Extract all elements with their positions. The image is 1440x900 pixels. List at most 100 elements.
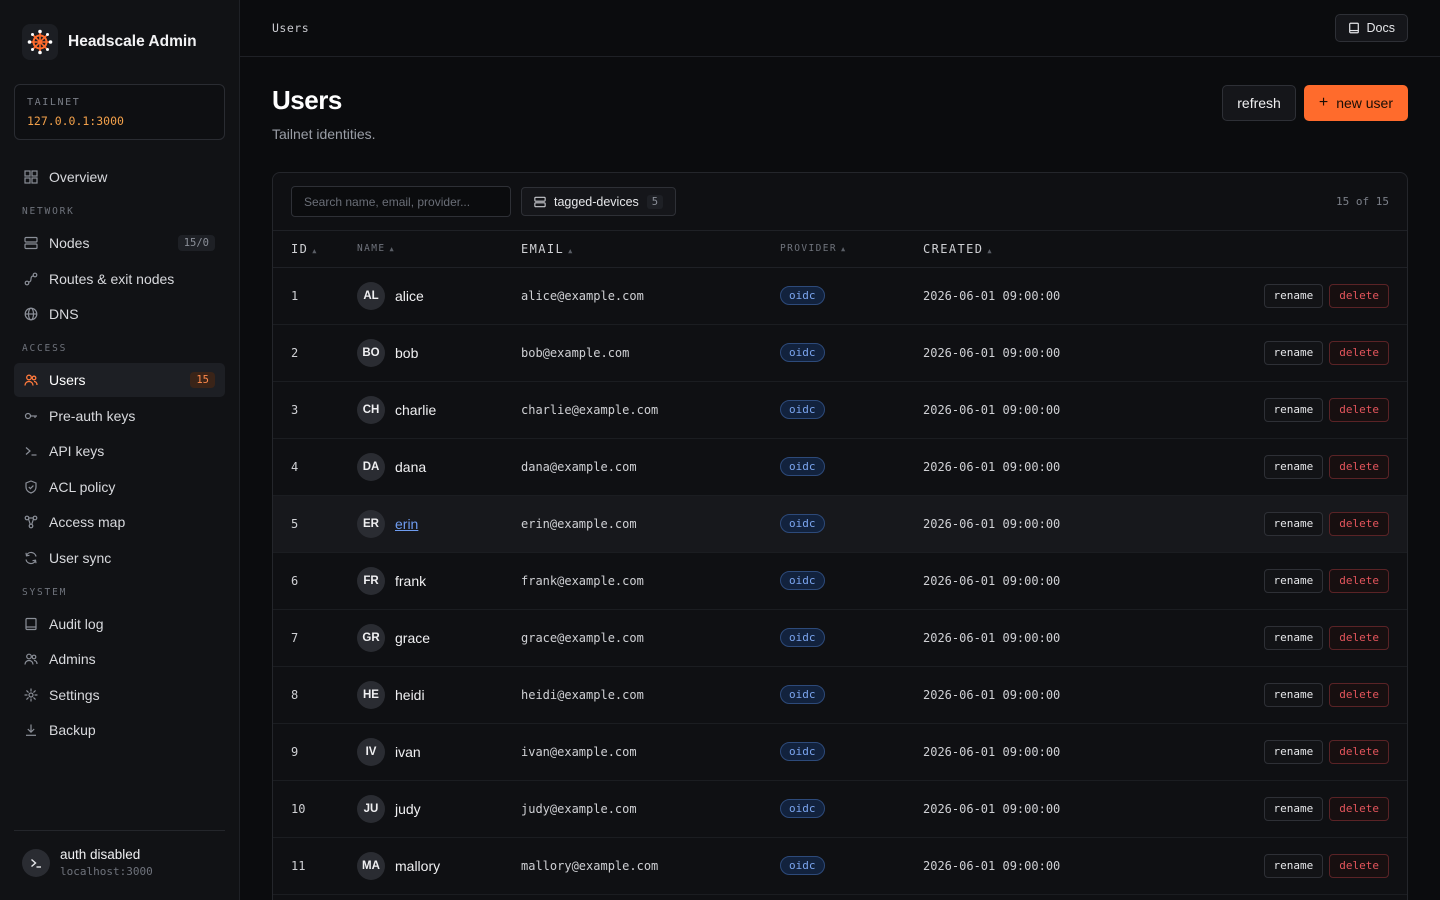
- rename-button[interactable]: rename: [1263, 853, 1324, 878]
- header-actions: refresh + new user: [1222, 85, 1408, 172]
- table-header-row: ID ▲ NAME ▲ EMAIL ▲ PROVIDER ▲ CREATED ▲: [273, 231, 1407, 268]
- user-name-link[interactable]: bob: [395, 345, 418, 361]
- sidebar-item-backup[interactable]: Backup: [14, 713, 225, 747]
- docs-button[interactable]: Docs: [1334, 14, 1408, 42]
- user-name-link[interactable]: mallory: [395, 858, 440, 874]
- user-name-link[interactable]: dana: [395, 459, 426, 475]
- search-input[interactable]: [291, 186, 511, 217]
- rename-button[interactable]: rename: [1263, 796, 1324, 821]
- sidebar-item-dns[interactable]: DNS: [14, 297, 225, 331]
- rename-button[interactable]: rename: [1263, 739, 1324, 764]
- nav-section-network: NETWORK: [22, 206, 75, 217]
- delete-button[interactable]: delete: [1329, 397, 1389, 422]
- nodes-count-badge: 15/0: [177, 235, 215, 251]
- tagged-devices-filter[interactable]: tagged-devices 5: [521, 187, 677, 216]
- brand-title: Headscale Admin: [68, 33, 197, 50]
- topbar: Users Docs: [240, 0, 1440, 57]
- column-header-actions: [1159, 231, 1407, 268]
- tailnet-label: TAILNET: [27, 97, 81, 108]
- column-header-email[interactable]: EMAIL ▲: [521, 231, 780, 268]
- rename-button[interactable]: rename: [1263, 454, 1324, 479]
- table-row[interactable]: 4 DA dana dana@example.com oidc 2026-06-01 09…: [273, 438, 1407, 495]
- rename-button[interactable]: rename: [1263, 283, 1324, 308]
- sidebar-item-label: API keys: [49, 443, 105, 459]
- sidebar-item-overview[interactable]: Overview: [14, 160, 225, 194]
- sidebar-item-admins[interactable]: Admins: [14, 642, 225, 676]
- table-row[interactable]: 6 FR frank frank@example.com oidc 2026-06-01 …: [273, 552, 1407, 609]
- user-name-link[interactable]: frank: [395, 573, 426, 589]
- table-row[interactable]: 9 IV ivan ivan@example.com oidc 2026-06-01 09…: [273, 723, 1407, 780]
- user-name-link[interactable]: grace: [395, 630, 430, 646]
- delete-button[interactable]: delete: [1329, 511, 1389, 536]
- sidebar-item-label: Nodes: [49, 235, 90, 251]
- brand[interactable]: Headscale Admin: [0, 0, 239, 84]
- user-created: 2026-06-01 09:00:00: [923, 516, 1061, 531]
- delete-button[interactable]: delete: [1329, 454, 1389, 479]
- delete-button[interactable]: delete: [1329, 340, 1389, 365]
- tagged-devices-label: tagged-devices: [554, 194, 639, 209]
- column-header-label: CREATED: [923, 241, 984, 256]
- user-email: grace@example.com: [521, 630, 644, 645]
- sidebar-item-label: Settings: [49, 686, 100, 703]
- sidebar-item-acl-policy[interactable]: ACL policy: [14, 470, 225, 504]
- globe-icon: [24, 307, 38, 321]
- rename-button[interactable]: rename: [1263, 511, 1324, 536]
- delete-button[interactable]: delete: [1329, 739, 1389, 764]
- sidebar-item-user-sync[interactable]: User sync: [14, 541, 225, 575]
- table-row[interactable]: 1 AL alice alice@example.com oidc 2026-06-01 …: [273, 267, 1407, 324]
- delete-button[interactable]: delete: [1329, 625, 1389, 650]
- user-name-cell: JU judy: [357, 794, 521, 823]
- rename-button[interactable]: rename: [1263, 340, 1324, 365]
- new-user-button[interactable]: + new user: [1303, 85, 1408, 121]
- table-row[interactable]: 2 BO bob bob@example.com oidc 2026-06-01 09:0…: [273, 324, 1407, 381]
- user-name-link[interactable]: erin: [395, 516, 418, 532]
- user-name-link[interactable]: ivan: [395, 744, 421, 760]
- sidebar-item-users[interactable]: Users 15: [14, 363, 225, 397]
- user-name-link[interactable]: alice: [395, 288, 424, 304]
- user-name-link[interactable]: heidi: [395, 687, 425, 703]
- delete-button[interactable]: delete: [1329, 283, 1389, 308]
- table-row[interactable]: 11 MA mallory mallory@example.com oidc 2026-0…: [273, 837, 1407, 894]
- refresh-button[interactable]: refresh: [1222, 85, 1296, 121]
- user-created: 2026-06-01 09:00:00: [923, 744, 1061, 759]
- column-header-id[interactable]: ID ▲: [273, 231, 357, 268]
- user-name-cell: ER erin: [357, 509, 521, 538]
- sidebar-item-access-map[interactable]: Access map: [14, 505, 225, 539]
- table-row[interactable]: 10 JU judy judy@example.com oidc 2026-06-01 0…: [273, 780, 1407, 837]
- rename-button[interactable]: rename: [1263, 397, 1324, 422]
- avatar: CH: [357, 395, 385, 424]
- sidebar-item-label: DNS: [49, 306, 79, 322]
- delete-button[interactable]: delete: [1329, 568, 1389, 593]
- sidebar-item-settings[interactable]: Settings: [14, 678, 225, 712]
- rename-button[interactable]: rename: [1263, 568, 1324, 593]
- user-name-link[interactable]: charlie: [395, 402, 436, 418]
- tailnet-value: 127.0.0.1:3000: [27, 114, 124, 128]
- provider-badge: oidc: [780, 799, 825, 818]
- table-toolbar: tagged-devices 5 15 of 15: [273, 173, 1407, 231]
- sidebar-item-nodes[interactable]: Nodes 15/0: [14, 226, 225, 260]
- rename-button[interactable]: rename: [1263, 682, 1324, 707]
- delete-button[interactable]: delete: [1329, 796, 1389, 821]
- new-user-label: new user: [1336, 95, 1393, 111]
- sidebar-item-audit-log[interactable]: Audit log: [14, 607, 225, 641]
- sync-icon: [24, 551, 38, 565]
- avatar: IV: [357, 737, 385, 766]
- column-header-name[interactable]: NAME ▲: [357, 231, 521, 268]
- delete-button[interactable]: delete: [1329, 853, 1389, 878]
- table-row[interactable]: 8 HE heidi heidi@example.com oidc 2026-06-01 …: [273, 666, 1407, 723]
- user-name-link[interactable]: judy: [395, 801, 421, 817]
- sidebar-item-routes[interactable]: Routes & exit nodes: [14, 262, 225, 296]
- user-email: heidi@example.com: [521, 687, 644, 702]
- table-row[interactable]: 7 GR grace grace@example.com oidc 2026-06-01 …: [273, 609, 1407, 666]
- column-header-created[interactable]: CREATED ▲: [923, 231, 1160, 268]
- table-row[interactable]: 3 CH charlie charlie@example.com oidc 2026-06…: [273, 381, 1407, 438]
- table-row[interactable]: 5 ER erin erin@example.com oidc 2026-06-01 09…: [273, 495, 1407, 552]
- column-header-provider[interactable]: PROVIDER ▲: [780, 231, 923, 268]
- sidebar-item-preauth-keys[interactable]: Pre-auth keys: [14, 399, 225, 433]
- delete-button[interactable]: delete: [1329, 682, 1389, 707]
- rename-button[interactable]: rename: [1263, 625, 1324, 650]
- provider-badge: oidc: [780, 742, 825, 761]
- sidebar-item-api-keys[interactable]: API keys: [14, 434, 225, 468]
- sidebar: Headscale Admin TAILNET 127.0.0.1:3000 O…: [0, 0, 240, 900]
- grid-icon: [24, 170, 38, 184]
